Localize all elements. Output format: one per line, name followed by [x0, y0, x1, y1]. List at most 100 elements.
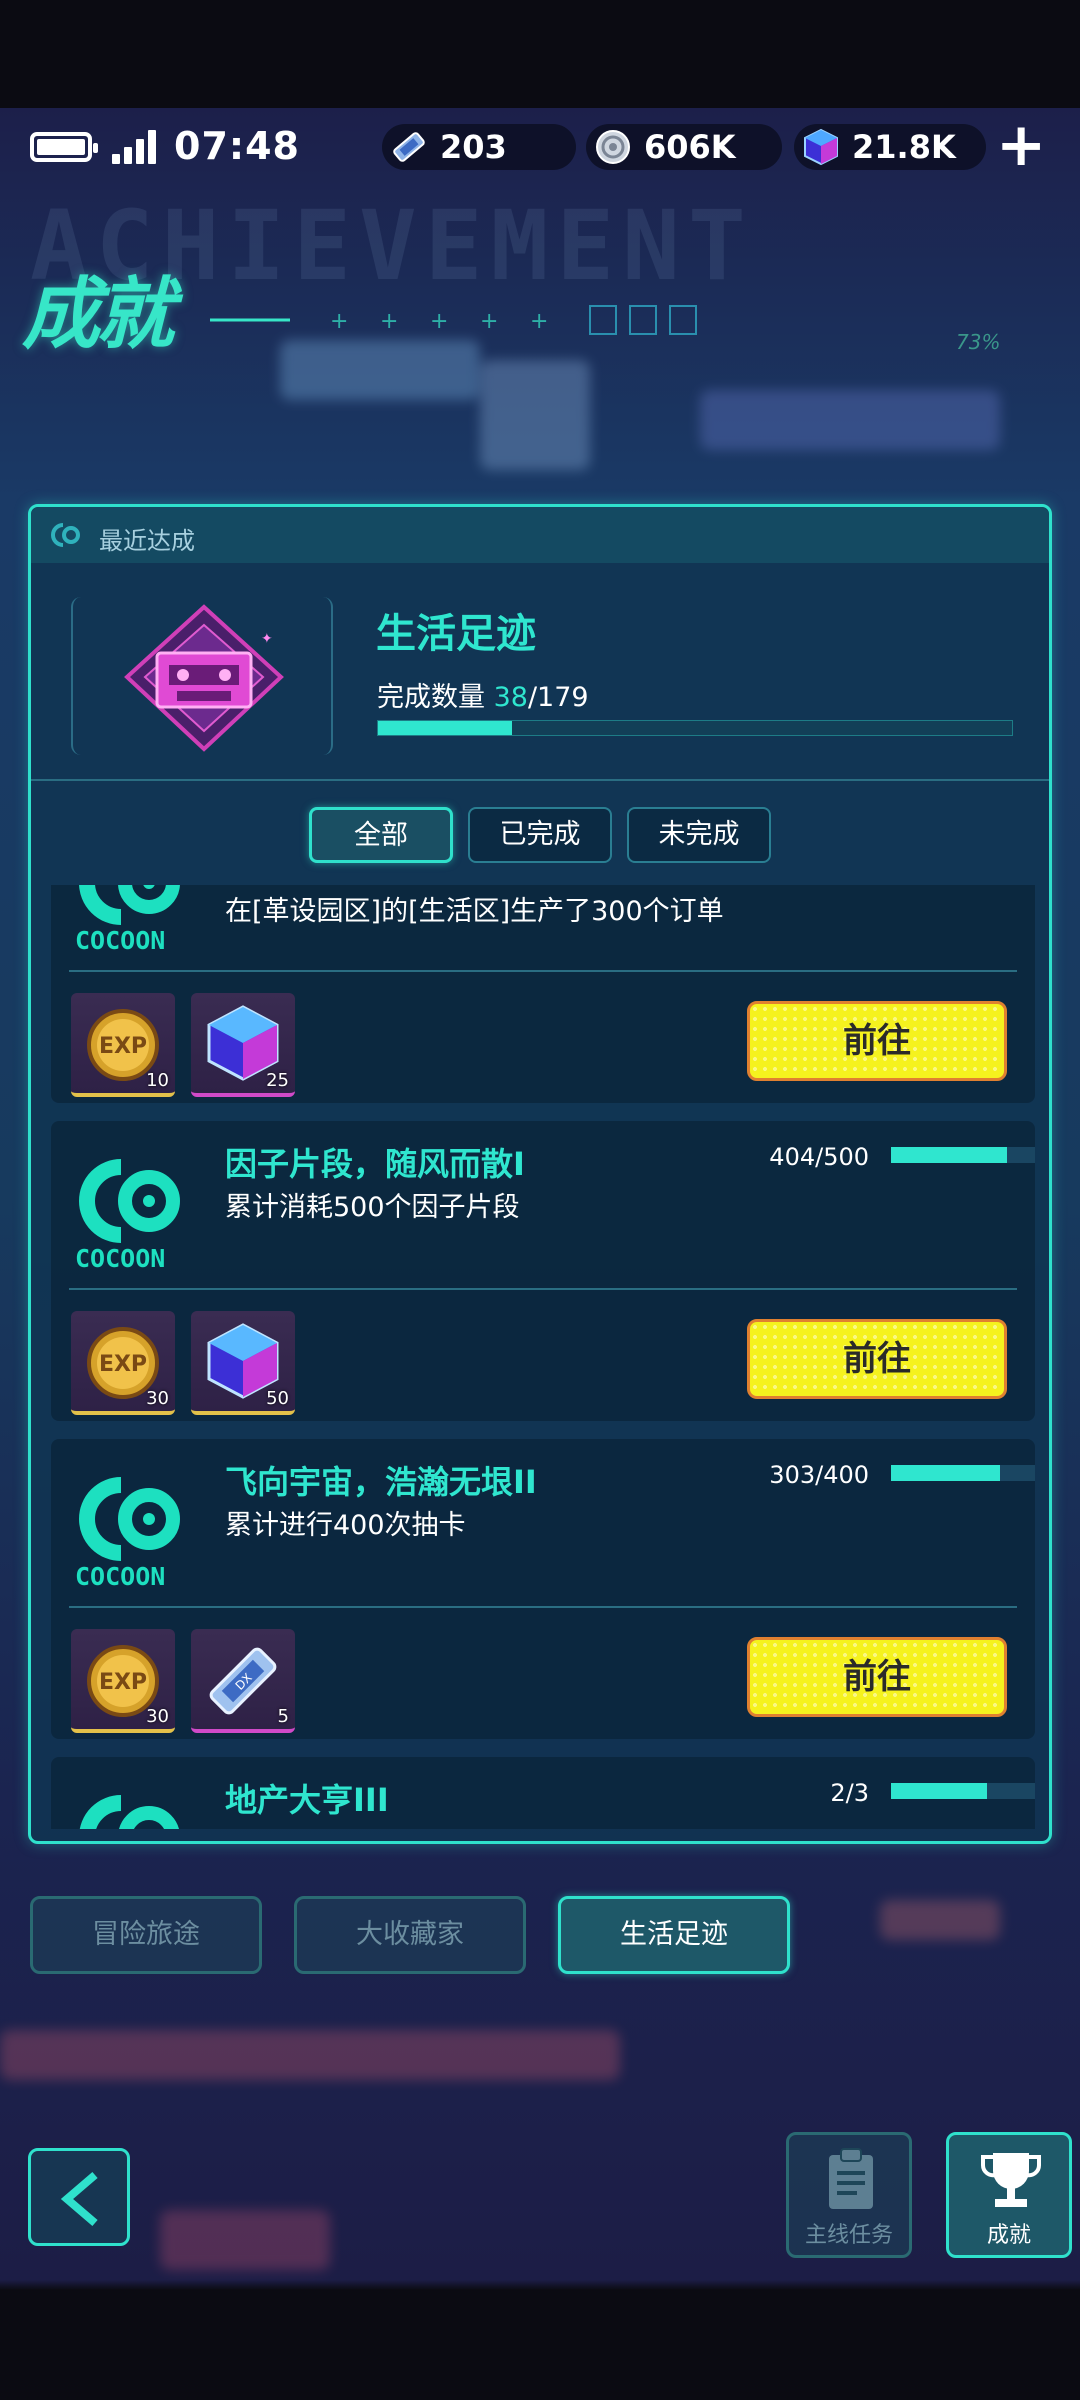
- svg-text:EXP: EXP: [99, 1034, 147, 1059]
- reward-qty: 30: [146, 1706, 169, 1727]
- signal-icon: [112, 130, 162, 164]
- achievement-card: COCOON 飞向宇宙，浩瀚无垠II 累计进行400次抽卡 303/400 EX…: [51, 1439, 1035, 1739]
- reward-item[interactable]: 50: [191, 1311, 295, 1415]
- bg-blob: [160, 2210, 330, 2270]
- category-badge-frame: ✦: [71, 597, 333, 755]
- achievement-card: COCOON 在[革设园区]的[生活区]生产了300个订单 EXP 10 25 …: [51, 885, 1035, 1103]
- reward-qty: 25: [266, 1070, 289, 1091]
- achievement-progress-text: 303/400: [769, 1461, 869, 1489]
- page-title: 成就: [22, 270, 174, 360]
- svg-text:+: +: [330, 309, 348, 334]
- achievement-title: 地产大亨III: [225, 1781, 389, 1819]
- filter-completed-button[interactable]: 已完成: [468, 807, 612, 863]
- currency-value: 606K: [644, 128, 736, 166]
- achievement-nav-button[interactable]: 成就: [946, 2132, 1072, 2258]
- reward-item[interactable]: 25: [191, 993, 295, 1097]
- category-name: 生活足迹: [376, 611, 536, 657]
- reward-item[interactable]: EXP 30: [71, 1311, 175, 1415]
- go-button[interactable]: 前往: [747, 1001, 1007, 1081]
- coin-icon: [596, 130, 630, 164]
- tab-life-footprint[interactable]: 生活足迹: [558, 1896, 790, 1974]
- decorative-line: + + + + +: [210, 305, 697, 335]
- divider: [31, 779, 1049, 781]
- chevron-left-icon: [60, 2171, 98, 2227]
- completion-count: 完成数量 38/179: [377, 675, 589, 714]
- cocoon-logo-icon: COCOON: [75, 885, 180, 955]
- achievement-card: COCOON 因子片段，随风而散I 累计消耗500个因子片段 404/500 E…: [51, 1121, 1035, 1421]
- filter-all-button[interactable]: 全部: [309, 807, 453, 863]
- bg-blob: [0, 2030, 620, 2080]
- battery-icon: [30, 132, 98, 162]
- card-divider: [69, 970, 1017, 972]
- trophy-icon: [981, 2153, 1041, 2207]
- reward-item[interactable]: DX 5: [191, 1629, 295, 1733]
- achievement-desc: 累计进行400次抽卡: [225, 1510, 466, 1541]
- back-button[interactable]: [28, 2148, 130, 2246]
- currency-ticket[interactable]: 203: [382, 124, 576, 170]
- achievement-progress-text: 2/3: [830, 1779, 869, 1807]
- tab-adventure[interactable]: 冒险旅途: [30, 1896, 262, 1974]
- achievement-panel: 最近达成 ✦ 生活足迹 完成数量 38/179 全部 已完成 未完成 COCOO…: [28, 504, 1052, 1844]
- category-progress-fill: [378, 721, 513, 735]
- svg-text:EXP: EXP: [99, 1670, 147, 1695]
- reward-item[interactable]: EXP 10: [71, 993, 175, 1097]
- achievement-list[interactable]: COCOON 在[革设园区]的[生活区]生产了300个订单 EXP 10 25 …: [51, 885, 1035, 1829]
- tab-collector[interactable]: 大收藏家: [294, 1896, 526, 1974]
- achievement-desc: 在[革设园区]的[生活区]生产了300个订单: [225, 896, 724, 927]
- achievement-card: 地产大亨III 2/3: [51, 1757, 1035, 1829]
- reward-qty: 10: [146, 1070, 169, 1091]
- achievement-progress-bar: [891, 1465, 1035, 1481]
- count-total: /179: [527, 682, 589, 713]
- ticket-icon: DX: [209, 1647, 277, 1715]
- go-button[interactable]: 前往: [747, 1637, 1007, 1717]
- achievement-screen: 07:48 203 606K 21.8K + ACHIEVEMENT 成就 + +…: [0, 0, 1080, 2400]
- svg-text:✦: ✦: [261, 631, 273, 647]
- svg-text:+: +: [430, 309, 448, 334]
- cocoon-small-icon: [51, 523, 80, 547]
- achievement-progress-bar: [891, 1147, 1035, 1163]
- cocoon-logo-icon: [79, 1795, 179, 1829]
- add-currency-button[interactable]: +: [996, 115, 1046, 175]
- svg-text:COCOON: COCOON: [75, 1244, 165, 1273]
- achievement-progress-fill: [891, 1465, 1001, 1481]
- bg-blob: [880, 1900, 1000, 1940]
- cassette-badge-icon: ✦: [124, 604, 284, 752]
- achievement-progress-bar: [891, 1783, 1035, 1799]
- currency-gem[interactable]: 21.8K: [794, 124, 986, 170]
- bg-blob: [700, 390, 1000, 450]
- achievement-title: 因子片段，随风而散I: [225, 1145, 525, 1183]
- nav-label: 成就: [986, 2223, 1031, 2248]
- count-done: 38: [493, 682, 528, 713]
- reward-item[interactable]: EXP 30: [71, 1629, 175, 1733]
- svg-text:COCOON: COCOON: [75, 926, 165, 955]
- count-label: 完成数量: [377, 682, 485, 713]
- filter-incomplete-button[interactable]: 未完成: [627, 807, 771, 863]
- reward-qty: 30: [146, 1388, 169, 1409]
- panel-header: 最近达成: [31, 507, 1049, 563]
- status-time: 07:48: [174, 124, 300, 168]
- achievement-progress-fill: [891, 1147, 1008, 1163]
- svg-text:+: +: [480, 309, 498, 334]
- bg-blob: [480, 360, 590, 470]
- clipboard-icon: [829, 2148, 873, 2209]
- main-quest-button[interactable]: 主线任务: [786, 2132, 912, 2258]
- svg-text:COCOON: COCOON: [75, 1562, 165, 1591]
- ticket-icon: [393, 132, 425, 162]
- svg-text:+: +: [380, 309, 398, 334]
- gem-cube-icon: [804, 128, 838, 166]
- reward-qty: 50: [266, 1388, 289, 1409]
- category-progress-bar: [377, 720, 1013, 736]
- filter-tabs: 全部 已完成 未完成: [31, 807, 1049, 867]
- currency-value: 203: [440, 128, 507, 166]
- card-divider: [69, 1606, 1017, 1608]
- card-divider: [69, 1288, 1017, 1290]
- achievement-progress-text: 404/500: [769, 1143, 869, 1171]
- currency-coin[interactable]: 606K: [586, 124, 782, 170]
- decorative-percent: 73%: [956, 330, 1001, 354]
- go-button[interactable]: 前往: [747, 1319, 1007, 1399]
- reward-qty: 5: [277, 1706, 289, 1727]
- svg-text:EXP: EXP: [99, 1352, 147, 1377]
- recent-label: 最近达成: [99, 527, 195, 555]
- achievement-desc: 累计消耗500个因子片段: [225, 1192, 520, 1223]
- achievement-title: 飞向宇宙，浩瀚无垠II: [225, 1463, 537, 1501]
